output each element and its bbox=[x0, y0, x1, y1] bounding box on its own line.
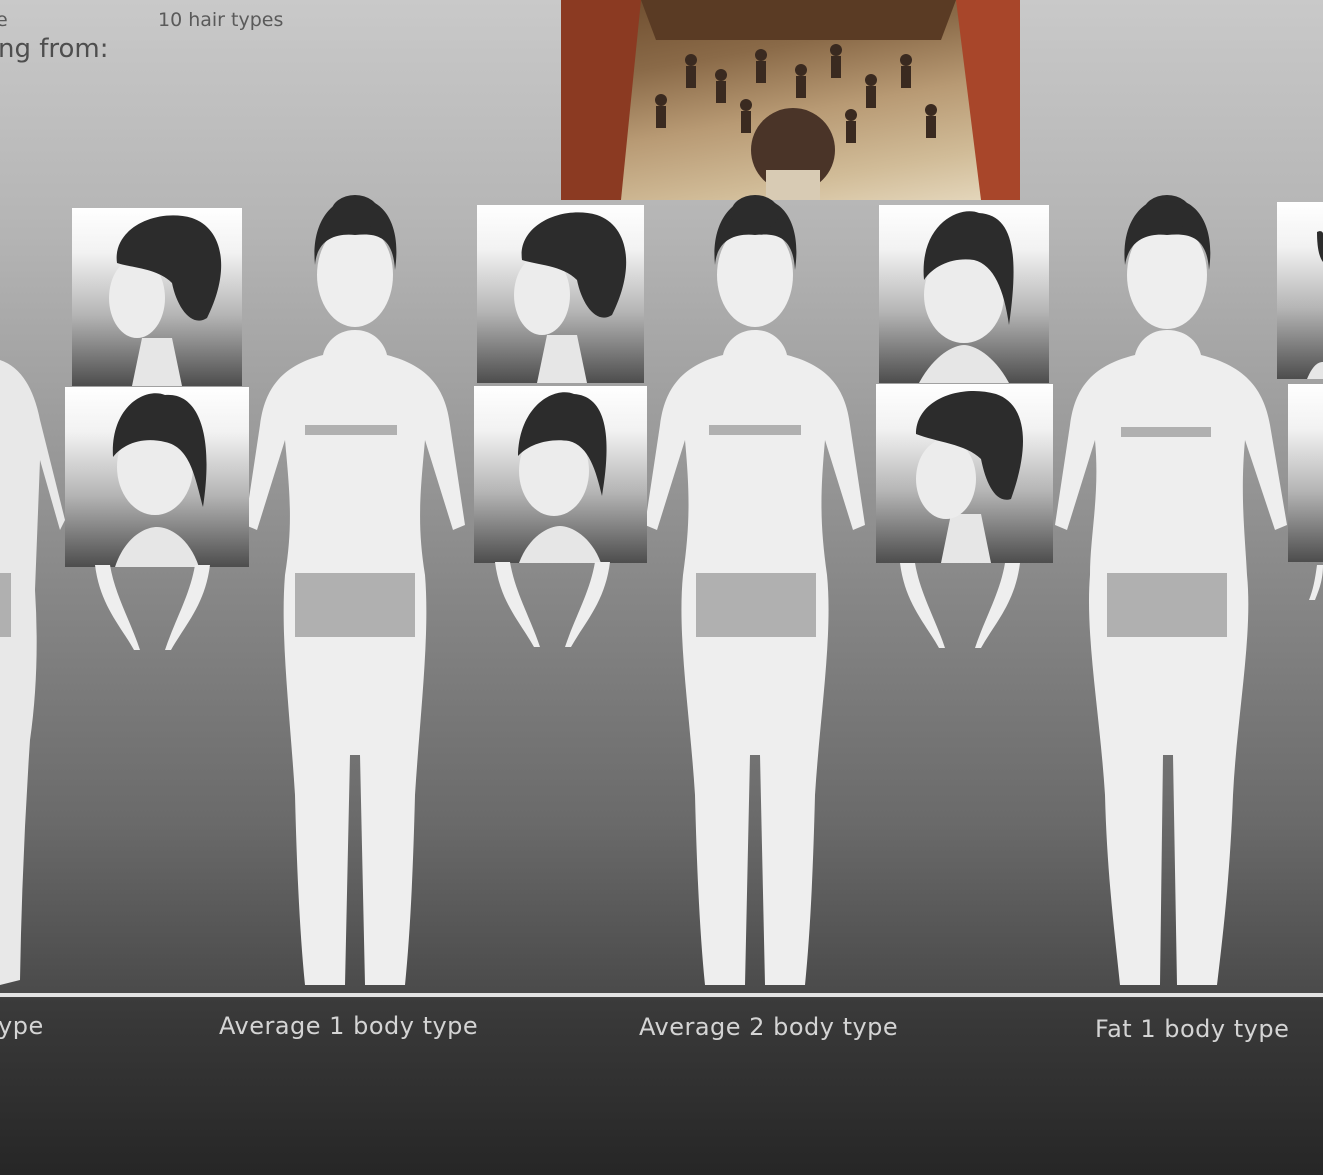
reference-crowd-image bbox=[561, 0, 1020, 200]
head-front-portrait-1 bbox=[65, 387, 249, 567]
body-figure-average-1 bbox=[245, 195, 465, 985]
partial-body-figure bbox=[0, 360, 65, 985]
hands-pair-3 bbox=[900, 563, 1020, 648]
head-portrait-partial-right-1 bbox=[1277, 202, 1323, 379]
head-side-portrait-2 bbox=[477, 205, 644, 383]
hand-partial-right bbox=[1309, 565, 1323, 600]
head-side-portrait-1 bbox=[72, 208, 242, 386]
caption-average-1: Average 1 body type bbox=[219, 1012, 479, 1040]
caption-fat-1: Fat 1 body type bbox=[1095, 1015, 1290, 1043]
body-figure-average-2 bbox=[645, 195, 865, 985]
hair-types-label: 10 hair types bbox=[158, 9, 284, 31]
head-front-portrait-2 bbox=[474, 386, 647, 563]
partial-header-text: e bbox=[0, 9, 8, 31]
caption-partial-left: ype bbox=[0, 1012, 44, 1040]
head-portrait-partial-right-2 bbox=[1288, 384, 1323, 562]
head-side-portrait-3 bbox=[876, 384, 1053, 563]
caption-average-2: Average 2 body type bbox=[639, 1013, 899, 1041]
hands-pair-2 bbox=[495, 562, 610, 647]
floor-line bbox=[0, 993, 1323, 997]
head-front-portrait-3 bbox=[879, 205, 1049, 383]
body-figure-fat-1 bbox=[1055, 195, 1287, 985]
partial-header-line: ng from: bbox=[0, 34, 109, 64]
hands-pair-1 bbox=[95, 565, 210, 650]
